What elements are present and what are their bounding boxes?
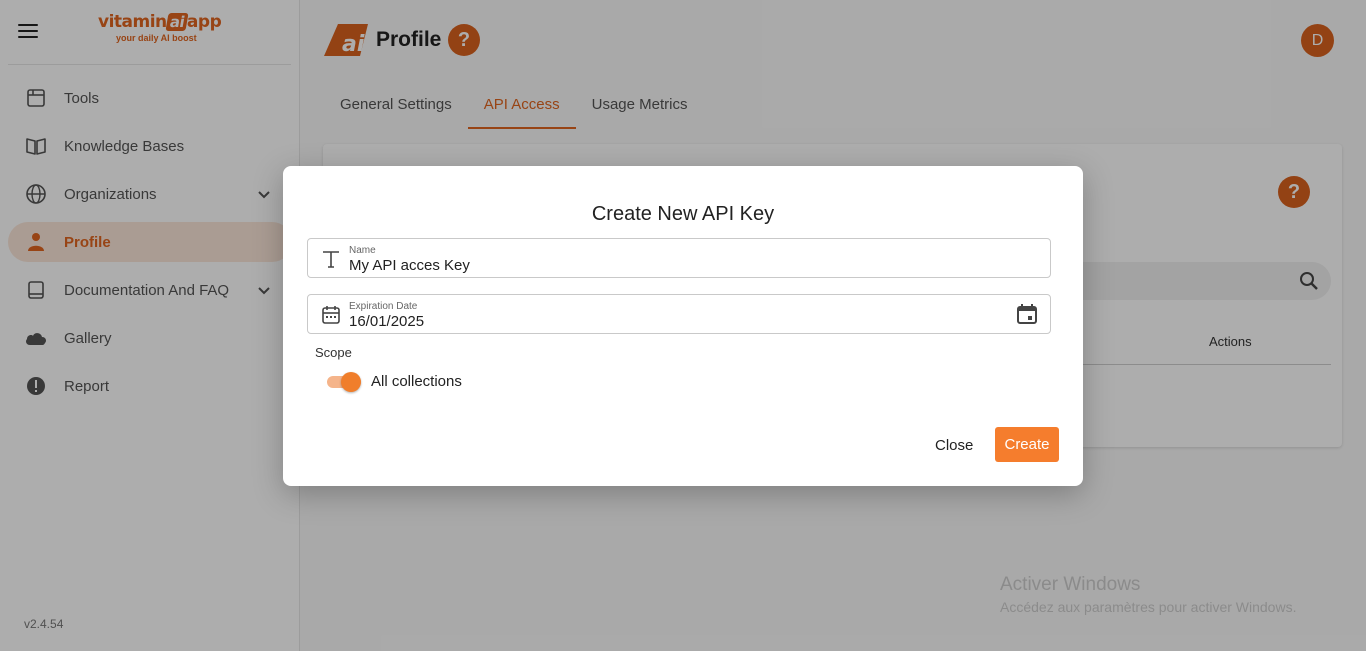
expiration-date-field[interactable]: Expiration Date 16/01/2025 bbox=[307, 294, 1051, 334]
create-api-key-dialog: Create New API Key Name My API acces Key… bbox=[283, 166, 1083, 486]
all-collections-label: All collections bbox=[371, 373, 462, 390]
calendar-icon[interactable] bbox=[1016, 303, 1038, 325]
calendar-outline-icon bbox=[322, 306, 340, 324]
create-button[interactable]: Create bbox=[995, 427, 1059, 462]
text-icon bbox=[323, 251, 339, 268]
scope-label: Scope bbox=[315, 345, 352, 360]
name-field[interactable]: Name My API acces Key bbox=[307, 238, 1051, 278]
name-input[interactable]: My API acces Key bbox=[349, 257, 989, 274]
all-collections-toggle[interactable] bbox=[327, 372, 361, 392]
expiration-date-label: Expiration Date bbox=[349, 301, 418, 312]
dialog-title: Create New API Key bbox=[591, 203, 775, 225]
close-button[interactable]: Close bbox=[923, 428, 985, 462]
name-field-label: Name bbox=[349, 245, 376, 256]
expiration-date-input[interactable]: 16/01/2025 bbox=[349, 313, 989, 330]
